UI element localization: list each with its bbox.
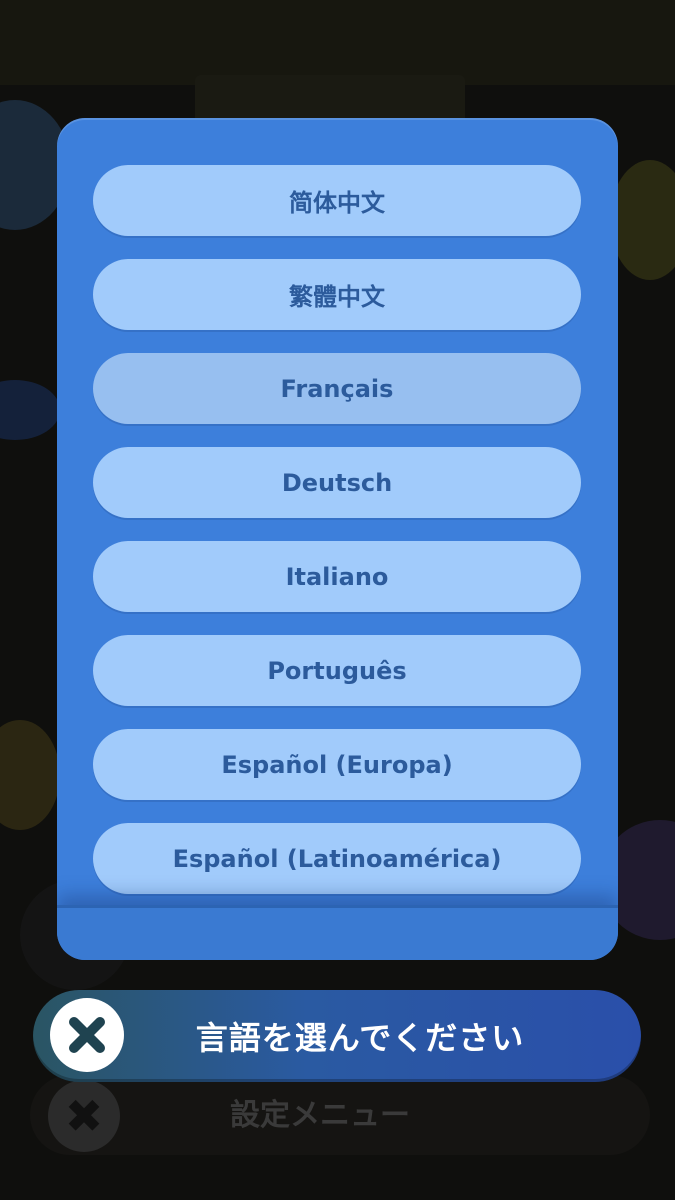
language-option-traditional-chinese[interactable]: 繁體中文 (93, 259, 581, 330)
close-x-icon (69, 1017, 105, 1053)
language-option-simplified-chinese[interactable]: 简体中文 (93, 165, 581, 236)
language-list: 简体中文 繁體中文 Français Deutsch Italiano Port… (93, 165, 581, 917)
background-menu-label: 設定メニュー (230, 1098, 410, 1133)
close-button[interactable] (50, 998, 124, 1072)
background-topbar (0, 0, 675, 85)
background-decoration (610, 160, 675, 280)
language-option-spanish-europe[interactable]: Español (Europa) (93, 729, 581, 800)
language-option-german[interactable]: Deutsch (93, 447, 581, 518)
dialog-title: 言語を選んでください (195, 1019, 525, 1057)
language-dialog: 简体中文 繁體中文 Français Deutsch Italiano Port… (57, 118, 618, 960)
language-option-italian[interactable]: Italiano (93, 541, 581, 612)
language-option-spanish-latam[interactable]: Español (Latinoamérica) (93, 823, 581, 894)
language-option-portuguese[interactable]: Português (93, 635, 581, 706)
background-decoration (0, 380, 60, 440)
language-option-french[interactable]: Français (93, 353, 581, 424)
background-decoration (0, 720, 60, 830)
dialog-footer (57, 905, 618, 960)
background-close-icon: ✖ (48, 1080, 120, 1152)
